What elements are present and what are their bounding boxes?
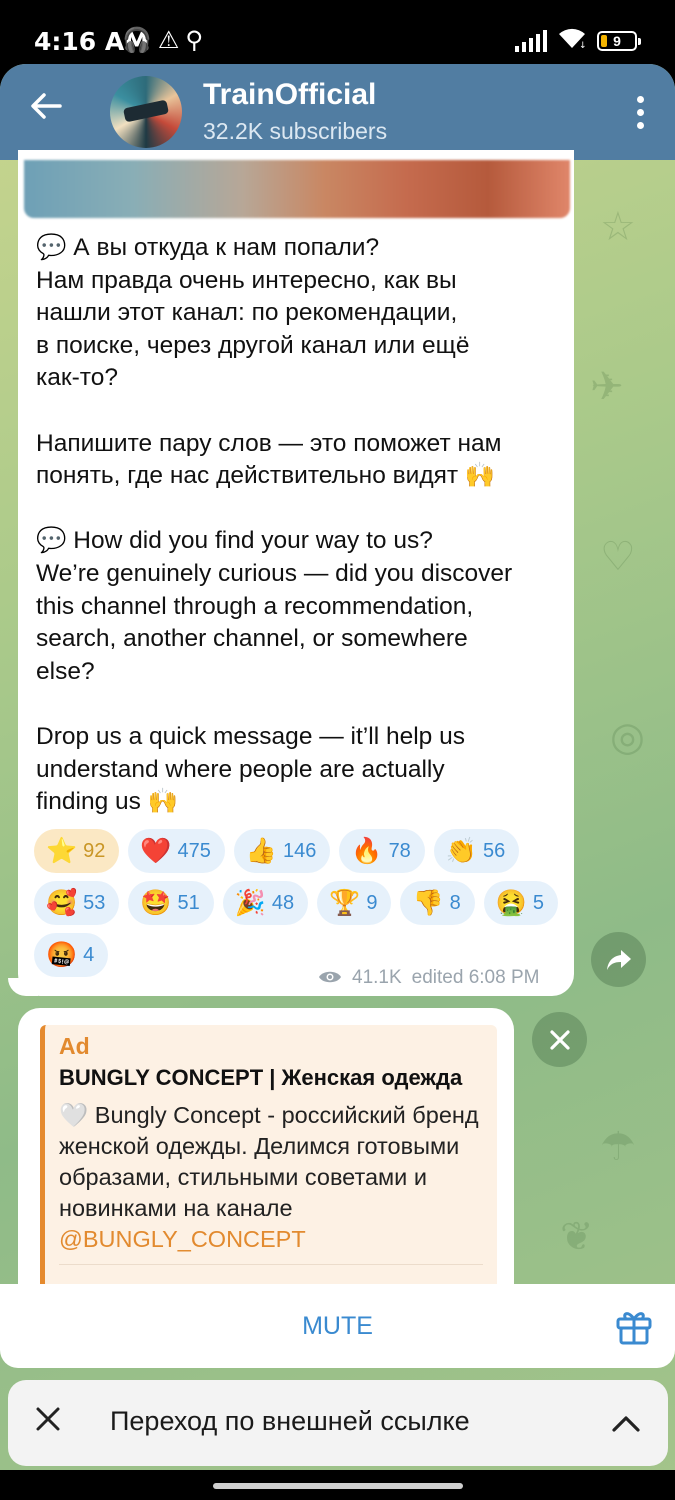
reaction-fire[interactable]: 🔥 78 (339, 829, 425, 873)
reaction-list: ⭐ 92 ❤️ 475 👍 146 🔥 78 👏 56 🥰 53 🤩 51 🎉 48 🏆 9 👎 8… (34, 829, 564, 977)
message-media-preview[interactable] (24, 160, 570, 218)
reaction-star[interactable]: ⭐ 92 (34, 829, 120, 873)
reaction-smiling-hearts[interactable]: 🥰 53 (34, 881, 120, 925)
ad-close-button[interactable] (532, 1012, 587, 1067)
share-arrow-icon (606, 949, 631, 970)
signal-icon (515, 30, 547, 52)
party-popper-icon: 🎉 (234, 888, 266, 917)
reaction-count: 146 (283, 839, 317, 862)
clap-icon: 👏 (445, 836, 477, 865)
trophy-icon: 🏆 (329, 888, 361, 917)
close-icon (36, 1407, 60, 1431)
reaction-count: 78 (388, 839, 411, 862)
reaction-thumbs-down[interactable]: 👎 8 (400, 881, 475, 925)
reaction-trophy[interactable]: 🏆 9 (317, 881, 392, 925)
reaction-star-struck[interactable]: 🤩 51 (128, 881, 214, 925)
usb-icon: ⚲ (185, 26, 209, 54)
wifi-icon: ↓ (557, 26, 587, 56)
svg-text:↓: ↓ (579, 41, 587, 50)
message-meta: 41.1K edited 6:08 PM (318, 966, 539, 990)
share-button[interactable] (591, 932, 646, 987)
link-bar-title: Переход по внешней ссылке (110, 1406, 470, 1436)
reaction-count: 4 (83, 943, 95, 966)
channel-avatar[interactable] (110, 76, 182, 148)
ad-channel-link[interactable]: @BUNGLY_CONCEPT (59, 1226, 306, 1252)
reaction-count: 92 (83, 839, 106, 862)
chevron-up-icon[interactable] (610, 1408, 642, 1440)
home-indicator[interactable] (213, 1483, 463, 1489)
reaction-count: 48 (271, 891, 295, 914)
reaction-count: 8 (449, 891, 461, 914)
heart-icon: ❤️ (140, 836, 172, 865)
doodle-globe-icon: ◎ (610, 714, 645, 760)
edited-time: edited 6:08 PM (411, 967, 540, 988)
reaction-count: 51 (177, 891, 200, 914)
cursing-face-icon: 🤬 (46, 940, 78, 969)
star-icon: ⭐ (46, 836, 78, 865)
reaction-count: 9 (366, 891, 378, 914)
subscriber-count: 32.2K subscribers (203, 118, 388, 144)
warning-icon: ⚠ (157, 26, 186, 54)
thumbs-down-icon: 👎 (412, 888, 444, 917)
doodle-leaf-icon: ❦ (560, 1214, 594, 1260)
doodle-heart-icon: ♡ (600, 534, 636, 580)
gift-icon[interactable] (614, 1306, 654, 1346)
reaction-clap[interactable]: 👏 56 (433, 829, 520, 873)
star-struck-icon: 🤩 (140, 888, 172, 917)
view-count: 41.1K (352, 967, 402, 988)
back-arrow-icon[interactable] (28, 88, 68, 128)
doodle-umbrella-icon: ☂ (600, 1124, 636, 1170)
message-text: 💬 А вы откуда к нам попали? Нам правда о… (36, 234, 513, 816)
reaction-party-popper[interactable]: 🎉 48 (222, 881, 309, 925)
ad-body-text: 🤍 Bungly Concept - российский бренд женс… (59, 1102, 479, 1221)
more-menu-icon[interactable] (637, 96, 645, 129)
reaction-count: 5 (532, 891, 544, 914)
reaction-cursing[interactable]: 🤬 4 (34, 933, 109, 977)
doodle-rocket-icon: ✈ (590, 364, 624, 410)
close-link-bar-button[interactable] (34, 1402, 62, 1442)
fire-icon: 🔥 (351, 836, 383, 865)
status-left-icons: 🎧⚠⚲ (122, 26, 209, 54)
ad-divider (59, 1264, 483, 1265)
smiling-hearts-icon: 🥰 (46, 888, 78, 917)
bottom-action-bar: MUTE (0, 1284, 675, 1368)
reaction-thumbs-up[interactable]: 👍 146 (233, 829, 331, 873)
vomiting-face-icon: 🤮 (495, 888, 527, 917)
close-icon (549, 1029, 570, 1050)
channel-title[interactable]: TrainOfficial (203, 78, 376, 112)
chat-header: TrainOfficial 32.2K subscribers (0, 64, 675, 160)
reaction-heart[interactable]: ❤️ 475 (128, 829, 225, 873)
reaction-count: 475 (177, 839, 211, 862)
reaction-count: 53 (83, 891, 106, 914)
headphones-icon: 🎧 (122, 26, 158, 54)
status-right-icons: ↓ 9 (515, 26, 641, 56)
external-link-bar: Переход по внешней ссылке (8, 1380, 668, 1466)
views-eye-icon (318, 966, 342, 990)
mute-button[interactable]: MUTE (0, 1284, 675, 1368)
ad-label: Ad (59, 1033, 90, 1059)
reaction-count: 56 (482, 839, 506, 862)
ad-body: 🤍 Bungly Concept - российский бренд женс… (59, 1100, 489, 1255)
thumbs-up-icon: 👍 (245, 836, 278, 865)
doodle-star-icon: ☆ (600, 204, 636, 250)
reaction-vomiting[interactable]: 🤮 5 (483, 881, 558, 925)
battery-icon: 9 (597, 31, 641, 51)
ad-title: BUNGLY CONCEPT | Женская одежда (59, 1065, 463, 1090)
battery-level: 9 (613, 33, 621, 49)
